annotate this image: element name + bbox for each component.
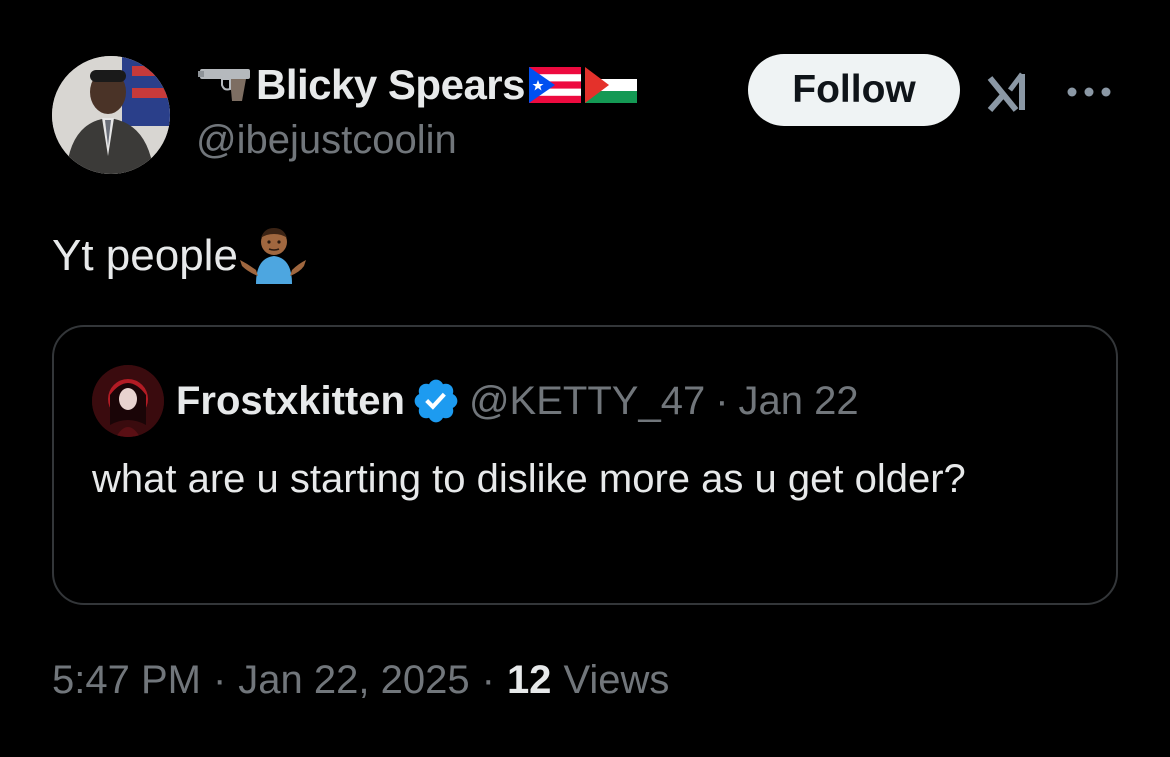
tweet-body: Yt people — [52, 231, 238, 280]
quoted-handle[interactable]: @KETTY_47 — [469, 379, 705, 424]
tweet-text: Yt people — [52, 226, 308, 286]
quoted-separator: · — [715, 378, 729, 423]
author-handle[interactable]: @ibejustcoolin — [196, 118, 457, 163]
quoted-display-name[interactable]: Frostxkitten — [176, 379, 405, 424]
palestine-flag-icon — [585, 67, 638, 103]
tweet-time[interactable]: 5:47 PM — [52, 658, 201, 703]
views-label: Views — [563, 658, 670, 702]
tweet-date[interactable]: Jan 22, 2025 — [238, 658, 469, 703]
quoted-name-row: Frostxkitten @KETTY_47 · Jan 22 — [176, 375, 859, 427]
quoted-tweet-card[interactable]: Frostxkitten @KETTY_47 · Jan 22 what are… — [52, 325, 1118, 605]
meta-separator: · — [212, 658, 227, 702]
quoted-tweet-text: what are u starting to dislike more as u… — [92, 457, 966, 501]
views-count: 12 — [506, 658, 552, 702]
puerto-rico-flag-icon — [529, 67, 582, 103]
verified-badge-icon — [414, 379, 458, 423]
author-avatar[interactable] — [52, 56, 170, 174]
pistol-icon — [198, 69, 250, 101]
grok-icon[interactable] — [986, 70, 1038, 114]
quoted-date[interactable]: Jan 22 — [739, 379, 859, 424]
tweet-meta: 5:47 PM · Jan 22, 2025 · 12 Views — [52, 658, 669, 703]
quoted-author-avatar[interactable] — [92, 365, 164, 437]
meta-separator-2: · — [481, 658, 495, 702]
author-name-row: Blicky Spears — [196, 60, 638, 110]
author-display-name[interactable]: Blicky Spears — [256, 61, 526, 109]
more-icon[interactable] — [1064, 84, 1114, 100]
follow-button[interactable]: Follow — [748, 54, 960, 126]
person-shrugging-icon — [239, 228, 306, 284]
